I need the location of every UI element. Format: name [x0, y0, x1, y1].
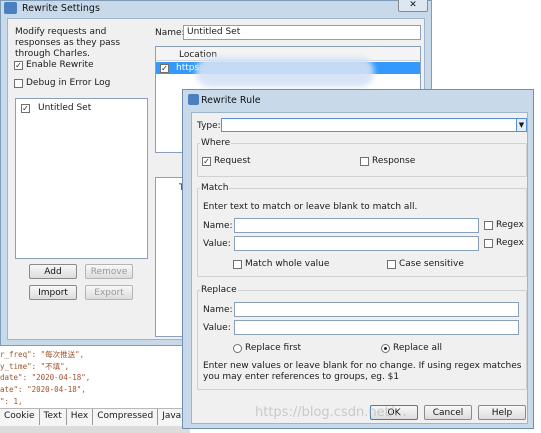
replace-legend: Replace [200, 285, 238, 295]
replace-all-label: Replace all [393, 343, 442, 353]
debug-error-log-checkbox[interactable] [14, 79, 23, 88]
import-button[interactable]: Import [29, 285, 77, 300]
horizontal-scrollbar[interactable] [0, 426, 190, 433]
match-name-regex-checkbox[interactable] [484, 221, 493, 230]
app-icon [4, 2, 17, 14]
tab-cookie[interactable]: Cookie [0, 409, 40, 425]
help-button[interactable]: Help [478, 405, 526, 420]
close-icon: ✕ [409, 0, 417, 10]
code-line: y_time": "不填", [0, 362, 70, 371]
replace-all-radio[interactable] [381, 344, 390, 353]
match-name-regex-label: Regex [496, 220, 524, 230]
match-hint: Enter text to match or leave blank to ma… [203, 202, 418, 212]
rules-table[interactable] [155, 177, 185, 337]
replace-name-field[interactable] [234, 302, 519, 317]
set-name-field[interactable]: Untitled Set [183, 25, 421, 40]
response-checkbox[interactable] [360, 157, 369, 166]
match-whole-value-checkbox[interactable] [233, 260, 242, 269]
export-button[interactable]: Export [85, 285, 133, 300]
set-checkbox[interactable]: ✓ [21, 104, 30, 113]
replace-hint: Enter new values or leave blank for no c… [203, 361, 522, 382]
description-text: Modify requests and responses as they pa… [15, 27, 121, 59]
watermark: https://blog.csdn.net/... [255, 405, 407, 420]
case-sensitive-checkbox[interactable] [387, 260, 396, 269]
viewer-tabs: Cookie Text Hex Compressed JavaScript [0, 408, 213, 426]
match-name-label: Name: [203, 221, 233, 231]
match-value-label: Value: [203, 239, 231, 249]
match-value-regex-label: Regex [496, 238, 524, 248]
where-legend: Where [200, 138, 232, 148]
tab-hex[interactable]: Hex [67, 409, 94, 425]
chevron-down-icon[interactable]: ▼ [516, 118, 527, 132]
set-name-label: Name: [155, 28, 185, 38]
add-button[interactable]: Add [29, 264, 77, 279]
remove-button[interactable]: Remove [85, 264, 133, 279]
type-select[interactable] [221, 118, 517, 132]
window-title: Rewrite Settings [22, 3, 100, 14]
request-label: Request [214, 156, 251, 166]
replace-first-radio[interactable] [233, 344, 242, 353]
match-value-field[interactable] [234, 236, 479, 251]
replace-name-label: Name: [203, 305, 233, 315]
code-line: ": 1, [0, 397, 23, 406]
response-label: Response [372, 156, 416, 166]
code-line: ate": "2020-04-18", [0, 385, 86, 394]
match-name-field[interactable] [234, 218, 479, 233]
cancel-button[interactable]: Cancel [424, 405, 472, 420]
set-name[interactable]: Untitled Set [38, 103, 91, 113]
match-legend: Match [200, 183, 230, 193]
redacted-location [196, 57, 374, 87]
case-sensitive-label: Case sensitive [399, 259, 464, 269]
tab-text[interactable]: Text [40, 409, 67, 425]
match-whole-value-label: Match whole value [245, 259, 330, 269]
request-checkbox[interactable]: ✓ [202, 157, 211, 166]
type-label: Type: [197, 121, 221, 131]
tab-compressed[interactable]: Compressed [93, 409, 159, 425]
close-button[interactable]: ✕ [398, 0, 428, 12]
debug-error-log-label: Debug in Error Log [26, 78, 111, 88]
dialog-title: Rewrite Rule [201, 95, 261, 106]
app-icon [188, 94, 199, 105]
code-line: date": "2020-04-18", [0, 373, 91, 382]
code-line: r_freq": "每次推送", [0, 350, 85, 359]
enable-rewrite-label: Enable Rewrite [26, 60, 94, 70]
enable-rewrite-checkbox[interactable]: ✓ [14, 61, 23, 70]
sets-list[interactable] [15, 98, 148, 259]
replace-value-label: Value: [203, 323, 231, 333]
replace-first-label: Replace first [245, 343, 302, 353]
replace-value-field[interactable] [234, 320, 519, 335]
match-value-regex-checkbox[interactable] [484, 239, 493, 248]
location-checkbox[interactable]: ✓ [160, 64, 169, 73]
